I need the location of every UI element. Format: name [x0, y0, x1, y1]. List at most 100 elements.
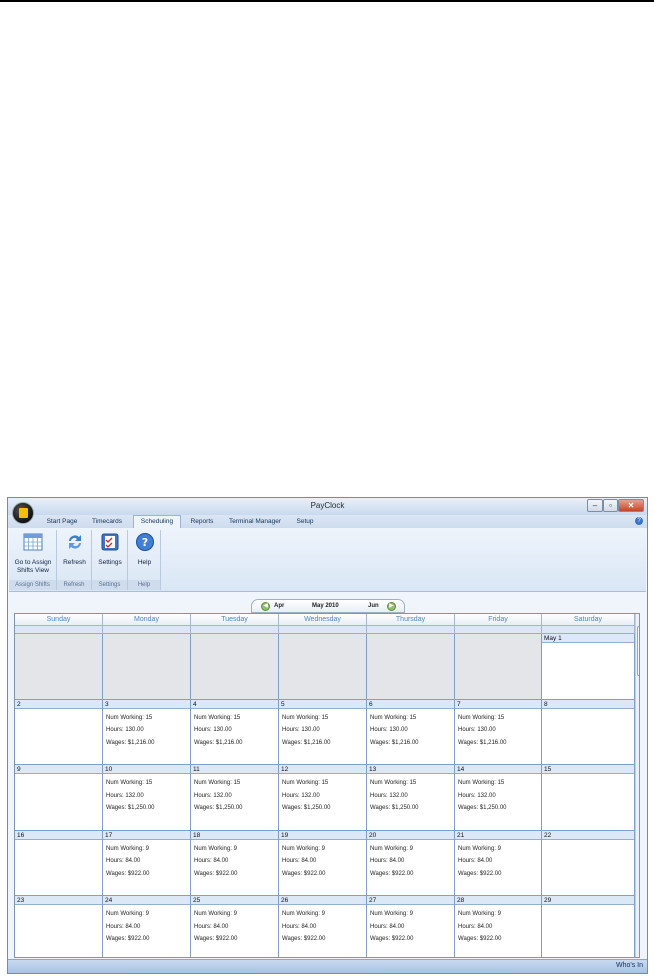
calendar-day-cell[interactable]: 7 Num Working: 15 Hours: 130.00 Wages: $1,2… — [455, 699, 542, 765]
num-working-text-label: Num Working: — [106, 845, 146, 852]
help-button[interactable]: ? Help — [128, 532, 161, 567]
num-working-text-label: Num Working: — [194, 714, 234, 721]
calendar-day-cell[interactable]: 13 Num Working: 15 Hours: 132.00 Wages: $1,… — [367, 765, 455, 831]
day-number: 8 — [542, 699, 634, 709]
calendar-day-cell[interactable]: 20 Num Working: 9 Hours: 84.00 Wages: $922.… — [367, 830, 455, 896]
hours-text-label: Hours: — [106, 923, 126, 930]
hours-text-value: 84.00 — [477, 923, 493, 930]
calendar-day-cell[interactable]: 4 Num Working: 15 Hours: 130.00 Wages: $1,2… — [191, 699, 279, 765]
calendar-day-cell[interactable]: 6 Num Working: 15 Hours: 130.00 Wages: $1,2… — [367, 699, 455, 765]
num-working-text-value: 9 — [409, 845, 413, 852]
calendar-day-cell[interactable]: 8 — [542, 699, 635, 765]
calendar-day-cell[interactable]: 12 Num Working: 15 Hours: 132.00 Wages: $1,… — [279, 765, 367, 831]
tab-timecards[interactable]: Timecards — [88, 516, 126, 528]
calendar-day-cell[interactable] — [455, 634, 542, 700]
day-header-saturday: Saturday — [542, 614, 635, 626]
scroll-up-icon[interactable]: ▲ — [637, 615, 639, 624]
app-menu-orb[interactable] — [12, 502, 34, 524]
calendar-day-cell[interactable] — [367, 634, 455, 700]
wages-text-label: Wages: — [458, 936, 480, 942]
calendar-day-cell[interactable]: 11 Num Working: 15 Hours: 132.00 Wages: $1,… — [191, 765, 279, 831]
calendar-day-cell[interactable]: 3 Num Working: 15 Hours: 130.00 Wages: $1,2… — [103, 699, 191, 765]
num-working-text: Num Working: 9 — [282, 843, 326, 856]
allday-strip — [103, 626, 191, 634]
calendar-day-cell[interactable]: 16 — [15, 830, 103, 896]
scroll-down-icon[interactable]: ▼ — [637, 947, 639, 956]
ribbon-tab-bar: Start Page Timecards Scheduling Reports … — [8, 515, 647, 528]
calendar-day-cell[interactable]: 2 — [15, 699, 103, 765]
hours-text: Hours: 132.00 — [458, 790, 507, 803]
calendar-day-cell[interactable]: 23 — [15, 896, 103, 957]
allday-strip — [455, 626, 542, 634]
day-number: May 1 — [542, 634, 634, 643]
num-working-text: Num Working: 15 — [194, 712, 243, 725]
day-number: 21 — [455, 830, 541, 840]
calendar-day-cell[interactable]: 10 Num Working: 15 Hours: 132.00 Wages: $1,… — [103, 765, 191, 831]
minimize-button[interactable]: – — [587, 499, 603, 512]
calendar-day-cell[interactable]: 21 Num Working: 9 Hours: 84.00 Wages: $922.… — [455, 830, 542, 896]
calendar-day-cell[interactable]: 17 Num Working: 9 Hours: 84.00 Wages: $922.… — [103, 830, 191, 896]
num-working-text: Num Working: 9 — [458, 843, 502, 856]
num-working-text-label: Num Working: — [370, 911, 410, 917]
calendar-day-cell[interactable]: 18 Num Working: 9 Hours: 84.00 Wages: $922.… — [191, 830, 279, 896]
calendar-day-cell[interactable]: 22 — [542, 830, 635, 896]
prev-month-arrow-icon[interactable]: ◀ — [261, 602, 270, 611]
day-summary: Num Working: 9 Hours: 84.00 Wages: $922.00 — [194, 843, 238, 881]
go-to-assign-shifts-button[interactable]: Go to Assign Shifts View — [9, 532, 57, 575]
close-button[interactable]: ✕ — [618, 499, 644, 512]
hours-text: Hours: 84.00 — [106, 921, 150, 934]
hours-text-label: Hours: — [194, 923, 214, 930]
calendar-day-cell[interactable]: 24 Num Working: 9 Hours: 84.00 Wages: $922.… — [103, 896, 191, 957]
help-icon[interactable]: ? — [635, 517, 643, 525]
hours-text-value: 132.00 — [213, 792, 232, 799]
hours-text: Hours: 84.00 — [282, 855, 326, 868]
hours-text-label: Hours: — [458, 858, 478, 864]
next-month-arrow-icon[interactable]: ▶ — [387, 602, 396, 611]
maximize-button[interactable]: ▫ — [603, 499, 618, 512]
vertical-scrollbar[interactable]: ▲ ▼ — [635, 614, 639, 957]
refresh-button[interactable]: Refresh — [57, 532, 92, 567]
tab-terminal-manager[interactable]: Terminal Manager — [224, 516, 286, 528]
wages-text-label: Wages: — [194, 739, 216, 746]
day-number: 28 — [455, 896, 541, 905]
settings-button[interactable]: Settings — [92, 532, 128, 567]
calendar-day-cell[interactable]: 28 Num Working: 9 Hours: 84.00 Wages: $922.… — [455, 896, 542, 957]
day-summary: Num Working: 15 Hours: 132.00 Wages: $1,25… — [370, 777, 419, 815]
calendar-day-cell[interactable] — [103, 634, 191, 700]
scroll-thumb[interactable] — [637, 626, 639, 676]
wages-text-label: Wages: — [106, 739, 128, 746]
hours-text: Hours: 130.00 — [370, 724, 419, 737]
title-bar[interactable]: PayClock – ▫ ✕ — [8, 498, 647, 515]
tab-scheduling[interactable]: Scheduling — [133, 515, 181, 528]
calendar-day-cell[interactable]: 29 — [542, 896, 635, 957]
prev-month-link[interactable]: Apr — [274, 603, 284, 609]
tab-setup[interactable]: Setup — [293, 516, 317, 528]
calendar-day-cell[interactable]: 15 — [542, 765, 635, 831]
calendar-day-cell[interactable]: May 1 — [542, 634, 635, 700]
group-settings: Settings Settings — [92, 530, 128, 590]
num-working-text-value: 15 — [409, 780, 417, 786]
calendar-day-cell[interactable]: 26 Num Working: 9 Hours: 84.00 Wages: $922.… — [279, 896, 367, 957]
calendar-day-cell[interactable] — [191, 634, 279, 700]
tab-start-page[interactable]: Start Page — [42, 516, 82, 528]
calendar-day-cell[interactable] — [15, 634, 103, 700]
num-working-text: Num Working: 9 — [282, 908, 326, 921]
next-month-link[interactable]: Jun — [368, 603, 379, 609]
whos-in-button[interactable]: Who's In — [616, 962, 643, 969]
wages-text-label: Wages: — [458, 739, 480, 746]
hours-text: Hours: 84.00 — [194, 855, 238, 868]
calendar-day-cell[interactable] — [279, 634, 367, 700]
day-number: 17 — [103, 830, 190, 840]
num-working-text-label: Num Working: — [458, 845, 498, 852]
calendar-day-cell[interactable]: 14 Num Working: 15 Hours: 132.00 Wages: $1,… — [455, 765, 542, 831]
calendar-day-cell[interactable]: 25 Num Working: 9 Hours: 84.00 Wages: $922.… — [191, 896, 279, 957]
tab-reports[interactable]: Reports — [186, 516, 218, 528]
wages-text: Wages: $1,250.00 — [194, 802, 243, 815]
wages-text-value: $922.00 — [303, 936, 326, 942]
calendar-day-cell[interactable]: 27 Num Working: 9 Hours: 84.00 Wages: $922.… — [367, 896, 455, 957]
allday-strip — [542, 626, 635, 634]
calendar-day-cell[interactable]: 9 — [15, 765, 103, 831]
calendar-day-cell[interactable]: 19 Num Working: 9 Hours: 84.00 Wages: $922.… — [279, 830, 367, 896]
num-working-text-label: Num Working: — [282, 845, 322, 852]
calendar-day-cell[interactable]: 5 Num Working: 15 Hours: 130.00 Wages: $1,2… — [279, 699, 367, 765]
